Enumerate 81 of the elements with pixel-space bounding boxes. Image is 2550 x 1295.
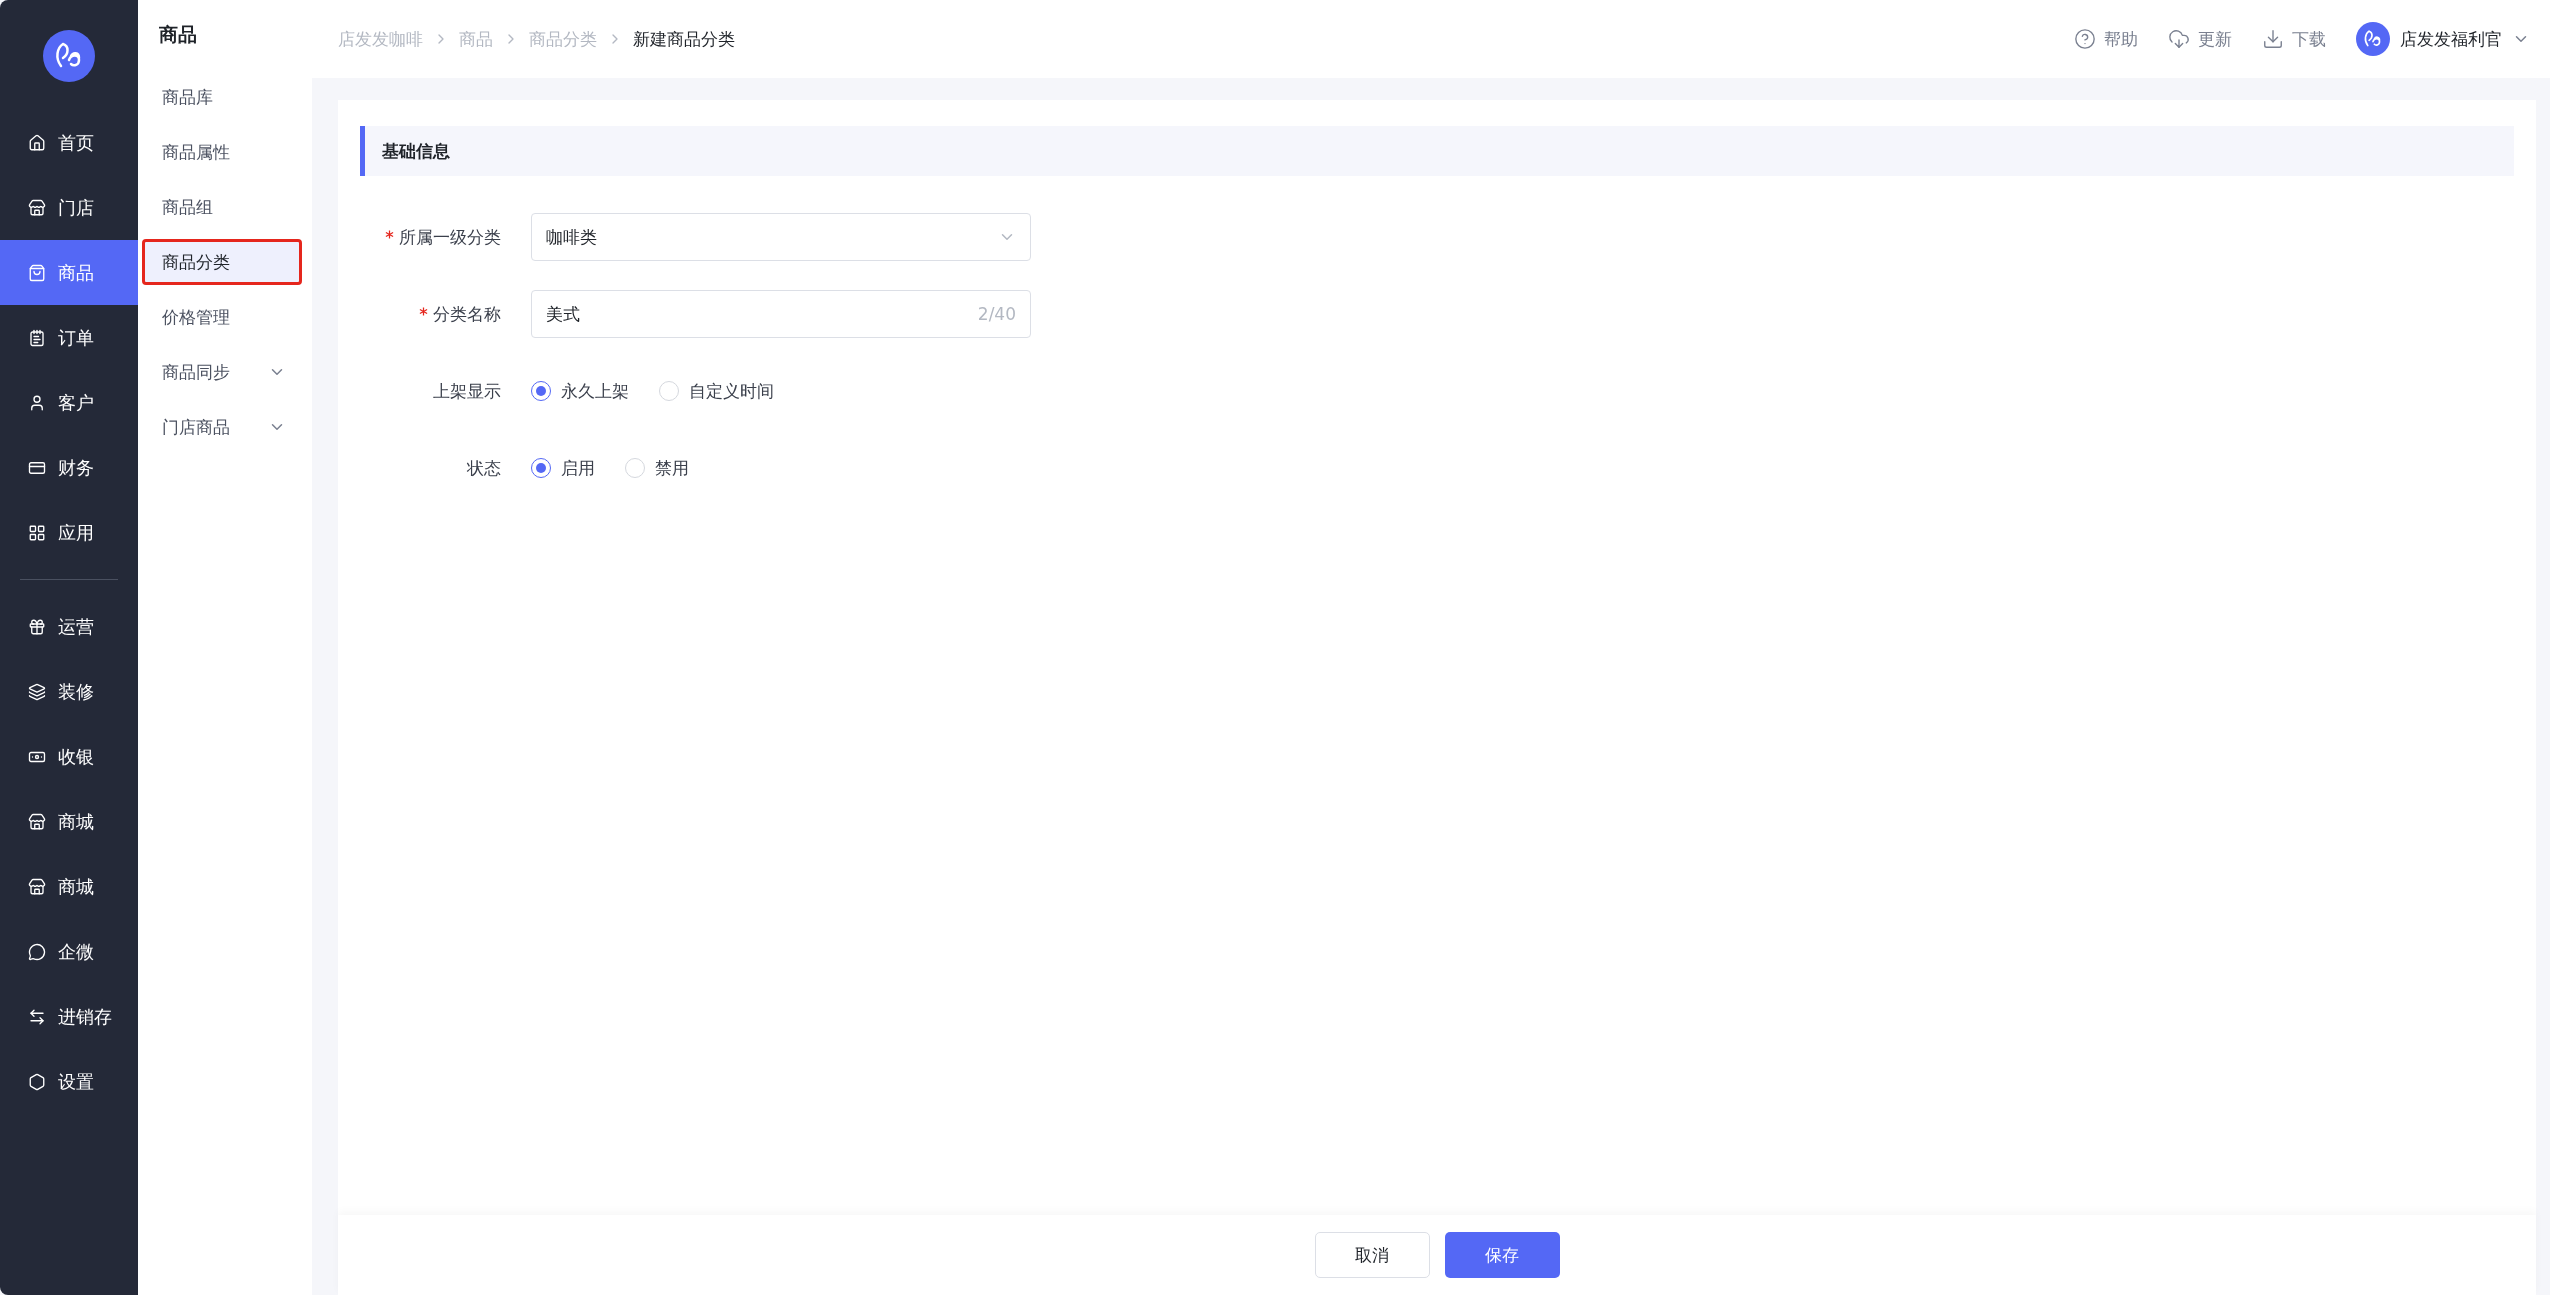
name-input-field[interactable]: 美式 2/40	[531, 290, 1031, 338]
nav-item[interactable]: 进销存	[0, 984, 138, 1049]
nav-label: 进销存	[58, 1004, 112, 1029]
radio-option[interactable]: 启用	[531, 456, 595, 480]
submenu-item[interactable]: 商品同步	[142, 349, 302, 395]
nav-item[interactable]: 应用	[0, 500, 138, 565]
submenu-item[interactable]: 商品库	[142, 74, 302, 120]
chat-bubble-icon	[28, 942, 46, 961]
nav-label: 财务	[58, 455, 94, 480]
submenu-item[interactable]: 商品分类	[142, 239, 302, 285]
nav-item[interactable]: 首页	[0, 110, 138, 175]
radio-option[interactable]: 禁用	[625, 456, 689, 480]
nav-item[interactable]: 企微	[0, 919, 138, 984]
nav-item[interactable]: 财务	[0, 435, 138, 500]
layers-icon	[28, 682, 46, 701]
nav-item[interactable]: 订单	[0, 305, 138, 370]
submenu-label: 价格管理	[162, 305, 230, 329]
user-menu[interactable]: 店发发福利官	[2356, 22, 2530, 56]
breadcrumb-item: 新建商品分类	[633, 27, 735, 51]
grid-icon	[28, 523, 46, 542]
nav-item[interactable]: 商城	[0, 789, 138, 854]
nav-label: 订单	[58, 325, 94, 350]
nav-label: 企微	[58, 939, 94, 964]
radio-option[interactable]: 自定义时间	[659, 379, 774, 403]
radio-option[interactable]: 永久上架	[531, 379, 629, 403]
submenu-label: 商品属性	[162, 140, 230, 164]
submenu-label: 商品组	[162, 195, 213, 219]
nav-label: 装修	[58, 679, 94, 704]
storefront-icon	[28, 877, 46, 896]
submenu-label: 门店商品	[162, 415, 230, 439]
submenu-item[interactable]: 商品组	[142, 184, 302, 230]
cancel-button[interactable]: 取消	[1314, 1232, 1430, 1278]
nav-label: 商城	[58, 809, 94, 834]
user-icon	[28, 393, 46, 412]
form-label: 分类名称	[360, 302, 501, 326]
nav-item[interactable]: 装修	[0, 659, 138, 724]
nav-label: 设置	[58, 1069, 94, 1094]
nav-label: 门店	[58, 195, 94, 220]
nav-item[interactable]: 门店	[0, 175, 138, 240]
nav-item[interactable]: 运营	[0, 594, 138, 659]
cloud-download-icon	[2168, 28, 2190, 50]
nav-item[interactable]: 商品	[0, 240, 138, 305]
submenu-label: 商品库	[162, 85, 213, 109]
storefront-icon	[28, 812, 46, 831]
help-icon	[2074, 28, 2096, 50]
category-select[interactable]: 咖啡类	[531, 213, 1031, 261]
download-icon	[2262, 28, 2284, 50]
nav-item[interactable]: 商城	[0, 854, 138, 919]
submenu-item[interactable]: 门店商品	[142, 404, 302, 450]
shopping-bag-icon	[28, 263, 46, 282]
notepad-icon	[28, 328, 46, 347]
header-action[interactable]: 下载	[2262, 27, 2326, 51]
header-action[interactable]: 帮助	[2074, 27, 2138, 51]
nav-label: 应用	[58, 520, 94, 545]
nav-label: 客户	[58, 390, 94, 415]
submenu-item[interactable]: 商品属性	[142, 129, 302, 175]
submenu-label: 商品同步	[162, 360, 230, 384]
submenu-item[interactable]: 价格管理	[142, 294, 302, 340]
arrows-icon	[28, 1007, 46, 1026]
gift-icon	[28, 617, 46, 636]
save-button[interactable]: 保存	[1444, 1232, 1560, 1278]
hexagon-icon	[28, 1072, 46, 1091]
header-action[interactable]: 更新	[2168, 27, 2232, 51]
submenu-title: 商品	[158, 22, 198, 47]
nav-label: 商品	[58, 260, 94, 285]
storefront-icon	[28, 198, 46, 217]
nav-label: 运营	[58, 614, 94, 639]
form-label: 所属一级分类	[360, 225, 501, 249]
home-icon	[28, 133, 46, 152]
nav-label: 商城	[58, 874, 94, 899]
nav-label: 首页	[58, 130, 94, 155]
form-label: 上架显示	[432, 379, 501, 403]
nav-item[interactable]: 设置	[0, 1049, 138, 1114]
form-label: 状态	[466, 456, 501, 480]
logo-icon	[43, 30, 95, 82]
section-title: 基础信息	[360, 126, 2514, 176]
nav-item[interactable]: 收银	[0, 724, 138, 789]
nav-label: 收银	[58, 744, 94, 769]
nav-item[interactable]: 客户	[0, 370, 138, 435]
submenu-label: 商品分类	[162, 250, 230, 274]
avatar-icon	[2356, 22, 2390, 56]
